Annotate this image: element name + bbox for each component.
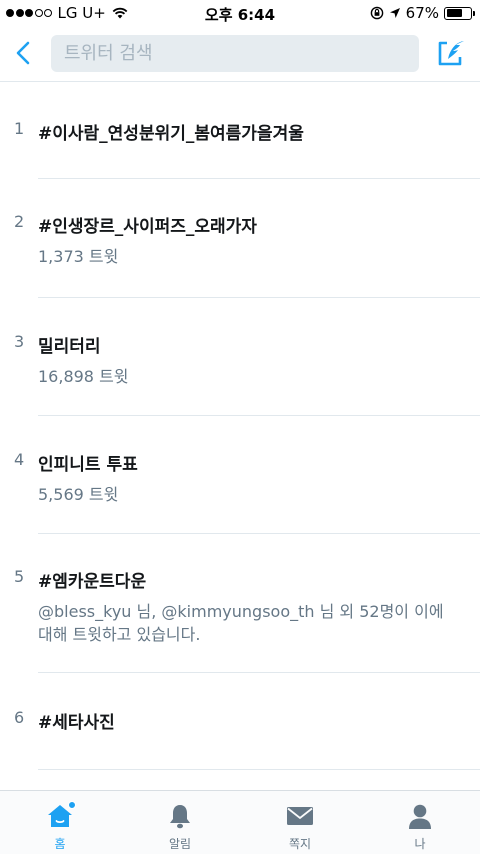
trend-name: #이사람_연성분위기_봄여름가을겨울 [38,124,304,144]
trend-item[interactable]: 4 인피니트 투표 5,569 트윗 [14,416,480,534]
tab-label: 쪽지 [288,837,312,851]
tab-label: 나 [414,837,426,851]
trend-tweet-count: 16,898 트윗 [38,367,129,386]
tab-label: 알림 [168,837,192,851]
compose-tweet-icon [438,41,464,66]
trend-item[interactable]: 5 #엠카운트다운 @bless_kyu 님, @kimmyungsoo_th … [14,534,480,673]
status-right: 67% [365,4,475,22]
trend-tweet-count: 1,373 트윗 [38,247,119,266]
trend-item[interactable]: 1 #이사람_연성분위기_봄여름가을겨울 [14,83,480,179]
tab-messages[interactable]: 쪽지 [240,791,360,854]
rotation-lock-icon [370,6,383,20]
trend-rank: 4 [14,450,25,469]
person-icon [404,801,436,831]
trend-tweet-count: 5,569 트윗 [38,485,119,504]
trend-name: 인피니트 투표 [38,455,138,475]
tab-notifications[interactable]: 알림 [120,791,240,854]
trend-rank: 6 [14,708,25,727]
compose-tweet-button[interactable] [434,36,470,70]
battery-icon [444,6,475,20]
tab-home[interactable]: 홈 [0,791,120,854]
tab-me[interactable]: 나 [360,791,480,854]
trend-item[interactable]: 6 #세타사진 [14,673,480,770]
trend-item[interactable]: 2 #인생장르_사이퍼즈_오래가자 1,373 트윗 [14,179,480,298]
trend-name: #엠카운트다운 [38,572,147,592]
trend-name: 밀리터리 [38,337,101,357]
bell-icon [164,801,196,831]
trend-rank: 3 [14,332,25,351]
trend-name: #인생장르_사이퍼즈_오래가자 [38,217,257,237]
trend-name: #세타사진 [38,713,115,733]
trend-description: @bless_kyu 님, @kimmyungsoo_th 님 외 52명이 이… [38,602,444,644]
navigation-bar [0,26,480,82]
trend-item[interactable]: 3 밀리터리 16,898 트윗 [14,298,480,416]
status-bar: LG U+ 오후 6:44 67% [0,0,480,26]
home-icon [44,801,76,831]
battery-fill [446,9,462,17]
back-button[interactable] [8,36,38,70]
trend-rank: 1 [14,119,25,138]
chevron-left-icon [16,41,30,65]
location-arrow-icon [389,8,400,18]
search-box[interactable] [51,35,419,72]
trends-list: 1 #이사람_연성분위기_봄여름가을겨울 2 #인생장르_사이퍼즈_오래가자 1… [0,83,480,770]
tab-bar: 홈 알림 쪽지 나 [0,790,480,854]
new-content-dot [68,801,76,809]
trend-rank: 2 [14,212,25,231]
battery-percent: 67% [405,4,439,22]
search-input[interactable] [64,43,406,64]
envelope-icon [284,801,316,831]
trend-rank: 5 [14,567,25,586]
tab-label: 홈 [54,837,66,851]
